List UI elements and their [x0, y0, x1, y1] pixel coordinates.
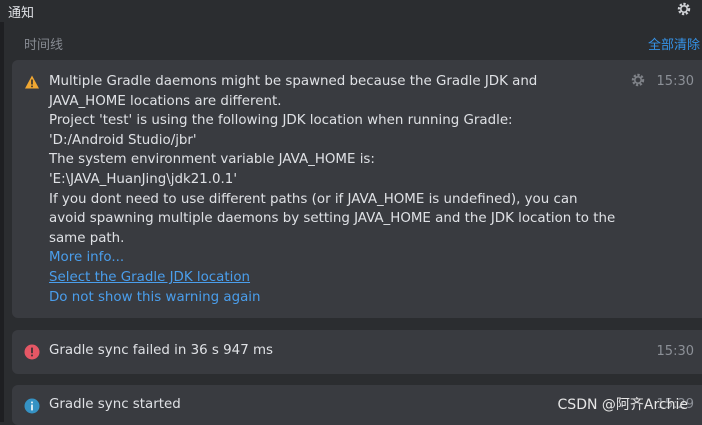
notification-time: 15:30 [656, 74, 694, 89]
more-info-link[interactable]: More info... [49, 248, 639, 268]
message-line: Project 'test' is using the following JD… [49, 113, 513, 129]
notification-message: Gradle sync failed in 36 s 947 ms [49, 343, 273, 358]
info-icon [24, 398, 40, 414]
warning-icon [25, 75, 39, 89]
notification-time: 15:30 [656, 344, 694, 359]
message-line: 'E:\JAVA_HuanJing\jdk21.0.1' [49, 171, 238, 187]
tool-window-title: 通知 [8, 6, 35, 21]
message-line: avoid spawning multiple daemons by setti… [49, 211, 616, 227]
notification-error: Gradle sync failed in 36 s 947 ms 15:30 [12, 330, 702, 374]
timeline-label: 时间线 [24, 38, 64, 53]
select-gradle-jdk-link[interactable]: Select the Gradle JDK location [49, 268, 639, 288]
gear-icon[interactable] [676, 1, 692, 17]
message-line: The system environment variable JAVA_HOM… [49, 152, 375, 168]
tool-window-header: 通知 [0, 0, 702, 22]
message-line: 'D:/Android Studio/jbr' [49, 132, 197, 148]
gear-icon[interactable] [630, 72, 646, 88]
watermark: CSDN @阿齐Archie [557, 397, 688, 413]
message-line: JAVA_HOME locations are different. [49, 93, 282, 109]
notification-message: Gradle sync started [49, 397, 181, 412]
message-line: Multiple Gradle daemons might be spawned… [49, 74, 538, 89]
left-edge-strip [0, 22, 4, 422]
message-line: same path. [49, 230, 125, 246]
message-line: If you dont need to use different paths … [49, 191, 578, 207]
notification-warning: Multiple Gradle daemons might be spawned… [12, 60, 702, 318]
error-icon [24, 344, 40, 360]
do-not-show-again-link[interactable]: Do not show this warning again [49, 288, 639, 308]
notification-message: Multiple Gradle daemons might be spawned… [49, 72, 639, 307]
clear-all-link[interactable]: 全部清除 [648, 34, 702, 53]
